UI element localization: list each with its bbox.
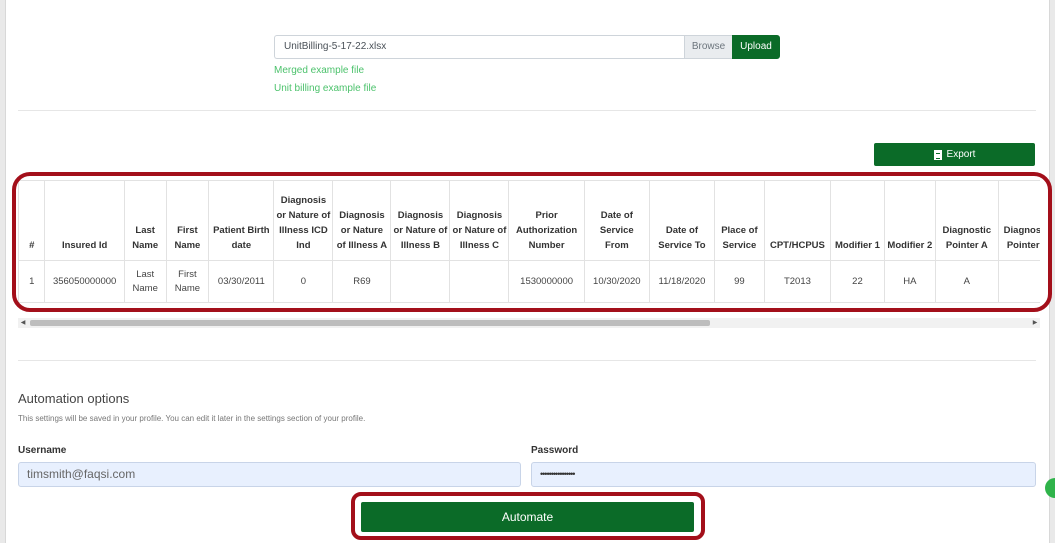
data-table: # Insured Id Last Name First Name Patien… [18, 180, 1040, 303]
col-header-pointer-a: Diagnostic Pointer A [934, 180, 999, 261]
table-row: 1 356050000000 Last Name First Name 03/3… [18, 260, 1040, 303]
cell-modifier-1: 22 [830, 260, 885, 303]
col-header-service-from: Date of Service From [583, 180, 650, 261]
username-label: Username [18, 445, 67, 456]
unit-billing-example-link[interactable]: Unit billing example file [274, 83, 376, 94]
username-field[interactable]: timsmith@faqsi.com [18, 462, 521, 487]
col-header-modifier-2: Modifier 2 [883, 180, 936, 261]
cell-diagnosis-b [390, 260, 451, 303]
col-header-index: # [18, 180, 46, 261]
col-header-first-name: First Name [165, 180, 210, 261]
cell-place-of-service: 99 [714, 260, 765, 303]
export-button[interactable]: Export [874, 143, 1035, 166]
col-header-diagnosis-a: Diagnosis or Nature of Illness A [332, 180, 392, 261]
cell-prior-auth: 1530000000 [508, 260, 585, 303]
cell-service-to: 11/18/2020 [648, 260, 716, 303]
cell-service-from: 10/30/2020 [583, 260, 650, 303]
automation-options-title: Automation options [18, 391, 130, 406]
scroll-thumb[interactable] [30, 320, 710, 326]
password-field[interactable]: •••••••••••••••• [531, 462, 1036, 487]
password-label: Password [531, 445, 579, 456]
col-header-pointer-b: Diagnostic Pointer B [997, 180, 1040, 261]
cell-diagnosis-c [449, 260, 510, 303]
browse-button[interactable]: Browse [684, 35, 732, 59]
data-table-container: # Insured Id Last Name First Name Patien… [18, 180, 1040, 305]
export-label: Export [946, 149, 976, 160]
divider [18, 360, 1036, 361]
cell-index: 1 [18, 260, 46, 303]
col-header-icd-ind: Diagnosis or Nature of Illness ICD Ind [273, 180, 334, 261]
file-name-input[interactable]: UnitBilling-5-17-22.xlsx [274, 35, 684, 59]
file-export-icon [933, 149, 942, 160]
automation-options-description: This settings will be saved in your prof… [18, 414, 366, 423]
cell-last-name: Last Name [123, 260, 167, 303]
cell-insured-id: 356050000000 [44, 260, 125, 303]
merged-example-link[interactable]: Merged example file [274, 65, 364, 76]
cell-pointer-a: A [934, 260, 999, 303]
cell-birth-date: 03/30/2011 [208, 260, 275, 303]
col-header-place-of-service: Place of Service [714, 180, 765, 261]
horizontal-scrollbar[interactable]: ◀ ▶ [18, 318, 1040, 328]
scroll-right-icon[interactable]: ▶ [1030, 318, 1040, 328]
col-header-prior-auth: Prior Authorization Number [508, 180, 585, 261]
col-header-modifier-1: Modifier 1 [830, 180, 885, 261]
automate-button[interactable]: Automate [361, 502, 694, 532]
cell-diagnosis-a: R69 [332, 260, 392, 303]
file-upload-group: UnitBilling-5-17-22.xlsx Browse Upload [274, 35, 780, 59]
divider [18, 110, 1036, 111]
cell-modifier-2: HA [883, 260, 936, 303]
scroll-left-icon[interactable]: ◀ [18, 318, 28, 328]
col-header-diagnosis-b: Diagnosis or Nature of Illness B [390, 180, 451, 261]
col-header-last-name: Last Name [123, 180, 167, 261]
col-header-diagnosis-c: Diagnosis or Nature of Illness C [449, 180, 510, 261]
col-header-birth-date: Patient Birth date [208, 180, 275, 261]
table-header-row: # Insured Id Last Name First Name Patien… [18, 180, 1040, 261]
cell-first-name: First Name [165, 260, 210, 303]
cell-cpt: T2013 [763, 260, 832, 303]
cell-pointer-b [997, 260, 1040, 303]
col-header-insured-id: Insured Id [44, 180, 125, 261]
col-header-service-to: Date of Service To [648, 180, 716, 261]
page: UnitBilling-5-17-22.xlsx Browse Upload M… [5, 0, 1052, 543]
cell-icd-ind: 0 [273, 260, 334, 303]
upload-button[interactable]: Upload [732, 35, 780, 59]
col-header-cpt: CPT/HCPUS [763, 180, 832, 261]
